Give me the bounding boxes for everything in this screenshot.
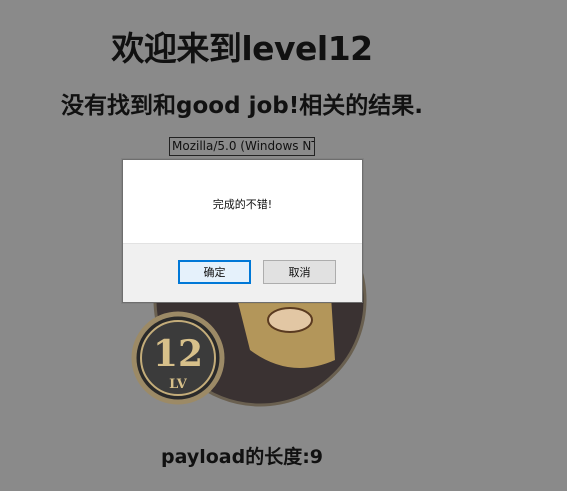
alert-dialog: 完成的不错! 确定 取消 [122,159,363,303]
alert-footer: 确定 取消 [123,243,362,302]
ok-button[interactable]: 确定 [178,260,251,284]
cancel-button[interactable]: 取消 [263,260,336,284]
alert-message: 完成的不错! [212,198,273,211]
search-result-text: 没有找到和good job!相关的结果. [61,93,423,119]
user-agent-input[interactable]: Mozilla/5.0 (Windows NT [169,137,315,156]
badge-lv: LV [169,377,188,392]
payload-length: payload的长度:9 [160,446,324,468]
badge-number: 12 [153,333,203,375]
page-title: 欢迎来到level12 [111,29,373,68]
page: 欢迎来到level12 没有找到和good job!相关的结果. Mozilla… [0,0,567,491]
